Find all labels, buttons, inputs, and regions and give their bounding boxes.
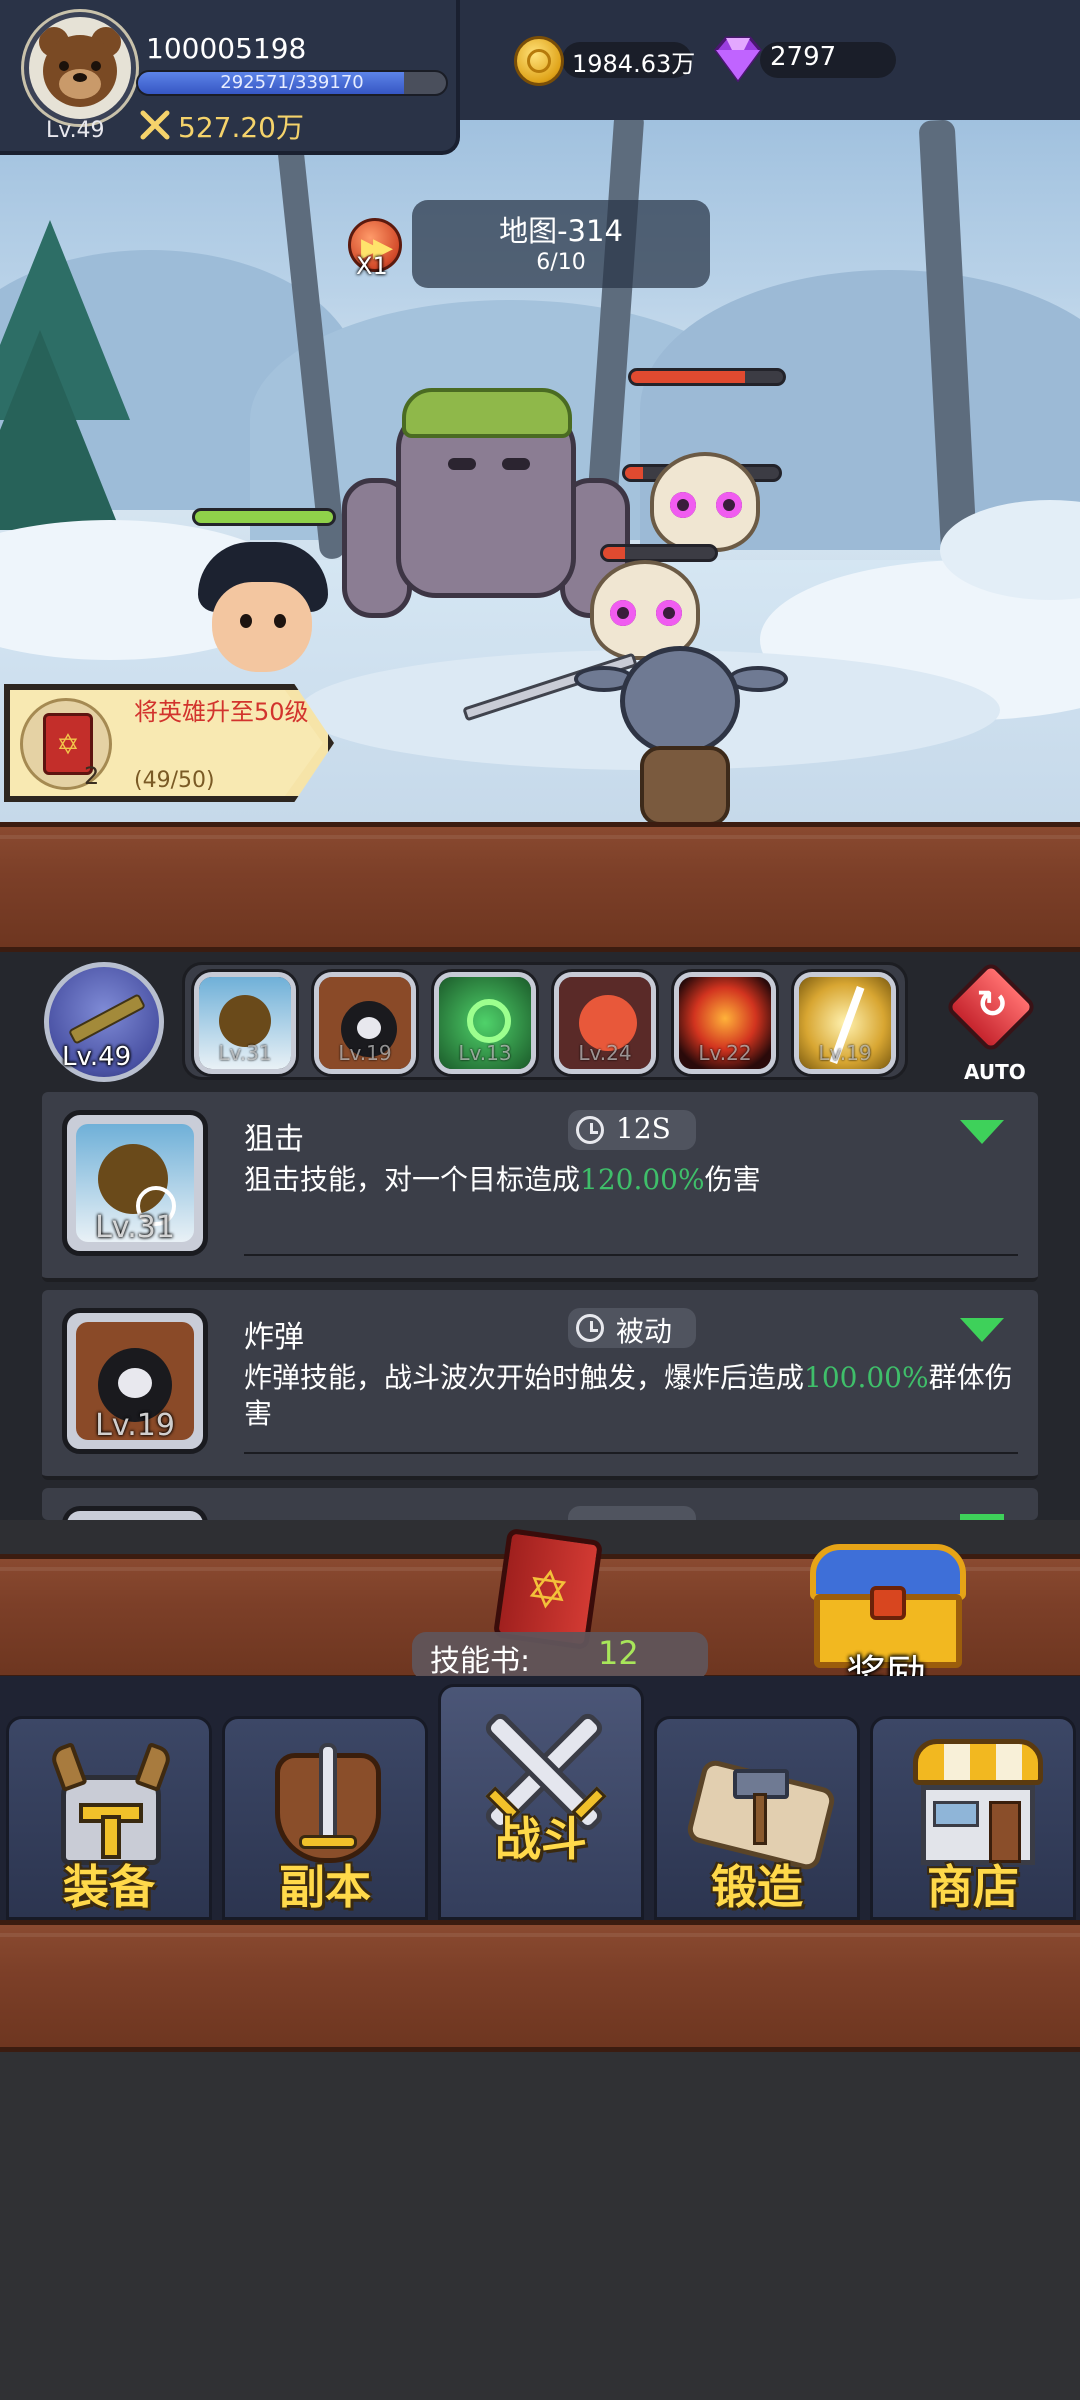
nav-label: 商店	[927, 1860, 1019, 1914]
gold-value: 1984.63万	[572, 50, 696, 78]
tab-shop[interactable]: 商店	[870, 1716, 1076, 1920]
clock-icon	[576, 1314, 604, 1342]
player-level: Lv.49	[46, 118, 105, 143]
speed-label: X1	[356, 252, 388, 280]
gold-coin-icon	[514, 36, 564, 86]
skill-book-icon[interactable]: ✡	[490, 1527, 604, 1651]
player-avatar[interactable]	[24, 12, 136, 124]
tab-equipment[interactable]: 装备	[6, 1716, 212, 1920]
nav-label: 锻造	[711, 1860, 803, 1914]
skill-description: 狙击技能，对一个目标造成120.00%伤害	[244, 1163, 761, 1196]
goblin-enemy	[574, 626, 788, 826]
damage-percent: 120.00%	[580, 1163, 705, 1196]
skill-slot-3[interactable]: Lv.13	[434, 972, 536, 1074]
exp-bar: 292571/339170	[136, 70, 448, 96]
skill-slot-2[interactable]: Lv.19	[314, 972, 416, 1074]
skill-card-partial[interactable]	[42, 1488, 1038, 1520]
hero-hp-fill	[195, 511, 333, 523]
cooldown-text: 12S	[616, 1112, 671, 1145]
skill-card-sniper[interactable]: Lv.31 狙击 12S 狙击技能，对一个目标造成120.00%伤害	[42, 1092, 1038, 1282]
enemy-hp-bar-1	[628, 368, 786, 386]
skill-name: 炸弹	[244, 1320, 304, 1355]
skill-book-count: 12	[598, 1634, 639, 1672]
skill-card-level: Lv.19	[95, 1408, 175, 1443]
exp-text: 292571/339170	[220, 72, 364, 93]
slot-level: Lv.22	[698, 1041, 752, 1065]
skill-name: 狙击	[244, 1122, 304, 1157]
hero-character	[188, 542, 338, 692]
helmet-icon	[48, 1741, 174, 1865]
crossed-swords-icon	[140, 110, 170, 140]
skill-card-level: Lv.31	[95, 1210, 175, 1245]
rifle-icon	[67, 993, 147, 1045]
skill-slot-6[interactable]: Lv.19	[794, 972, 896, 1074]
slot-level: Lv.31	[218, 1041, 272, 1065]
top-hud: Lv.49 100005198 292571/339170 527.20万 19…	[0, 0, 1080, 165]
hero-hp-bar	[192, 508, 336, 526]
empty-area	[0, 2052, 1080, 2400]
skill-slot-5[interactable]: Lv.22	[674, 972, 776, 1074]
auto-button[interactable]: ↻	[944, 960, 1038, 1062]
gem-icon	[714, 36, 762, 82]
nav-label: 战斗	[495, 1812, 587, 1866]
skill-description: 炸弹技能，战斗波次开始时触发，爆炸后造成100.00%群体伤害	[244, 1361, 1013, 1430]
quest-title: 将英雄升至50级	[134, 698, 309, 726]
skill-divider	[244, 1452, 1018, 1454]
nav-label: 装备	[63, 1860, 155, 1914]
slot-level: Lv.19	[338, 1041, 392, 1065]
clock-icon	[576, 1116, 604, 1144]
skill-book-label: 技能书:	[430, 1644, 531, 1679]
tab-battle[interactable]: 战斗	[438, 1684, 644, 1920]
damage-percent: 100.00%	[804, 1361, 929, 1394]
slot-level: Lv.13	[458, 1041, 512, 1065]
slot-level: Lv.24	[578, 1041, 632, 1065]
cooldown-text: 被动	[616, 1315, 673, 1348]
weapon-level: Lv.49	[62, 1042, 132, 1072]
skill-card-bomb[interactable]: Lv.19 炸弹 被动 炸弹技能，战斗波次开始时触发，爆炸后造成100.00%群…	[42, 1290, 1038, 1480]
refresh-icon: ↻	[976, 982, 1008, 1026]
map-wave: 6/10	[536, 250, 586, 275]
skeleton-enemy-1	[650, 452, 760, 552]
wood-divider-top	[0, 822, 1080, 952]
slot-level: Lv.19	[818, 1041, 872, 1065]
quest-progress: (49/50)	[134, 768, 215, 793]
skill-slot-1[interactable]: Lv.31	[194, 972, 296, 1074]
shop-icon	[903, 1739, 1053, 1869]
player-id: 100005198	[146, 32, 307, 65]
skill-slot-4[interactable]: Lv.24	[554, 972, 656, 1074]
quest-reward-count: 2	[84, 762, 100, 790]
auto-label: AUTO	[964, 1060, 1026, 1084]
nav-label: 副本	[279, 1860, 371, 1914]
map-name: 地图-314	[499, 214, 623, 248]
skill-divider	[244, 1254, 1018, 1256]
gem-value: 2797	[770, 42, 837, 72]
wood-divider-bottom	[0, 1920, 1080, 2052]
enemy-hp-bar-3	[600, 544, 718, 562]
chevron-down-icon[interactable]	[960, 1318, 1004, 1342]
game-screen: { "player": { "id": "100005198", "level"…	[0, 0, 1080, 2400]
power-value: 527.20万	[178, 111, 304, 144]
chevron-down-icon[interactable]	[960, 1120, 1004, 1144]
tab-forge[interactable]: 锻造	[654, 1716, 860, 1920]
tab-dungeon[interactable]: 副本	[222, 1716, 428, 1920]
